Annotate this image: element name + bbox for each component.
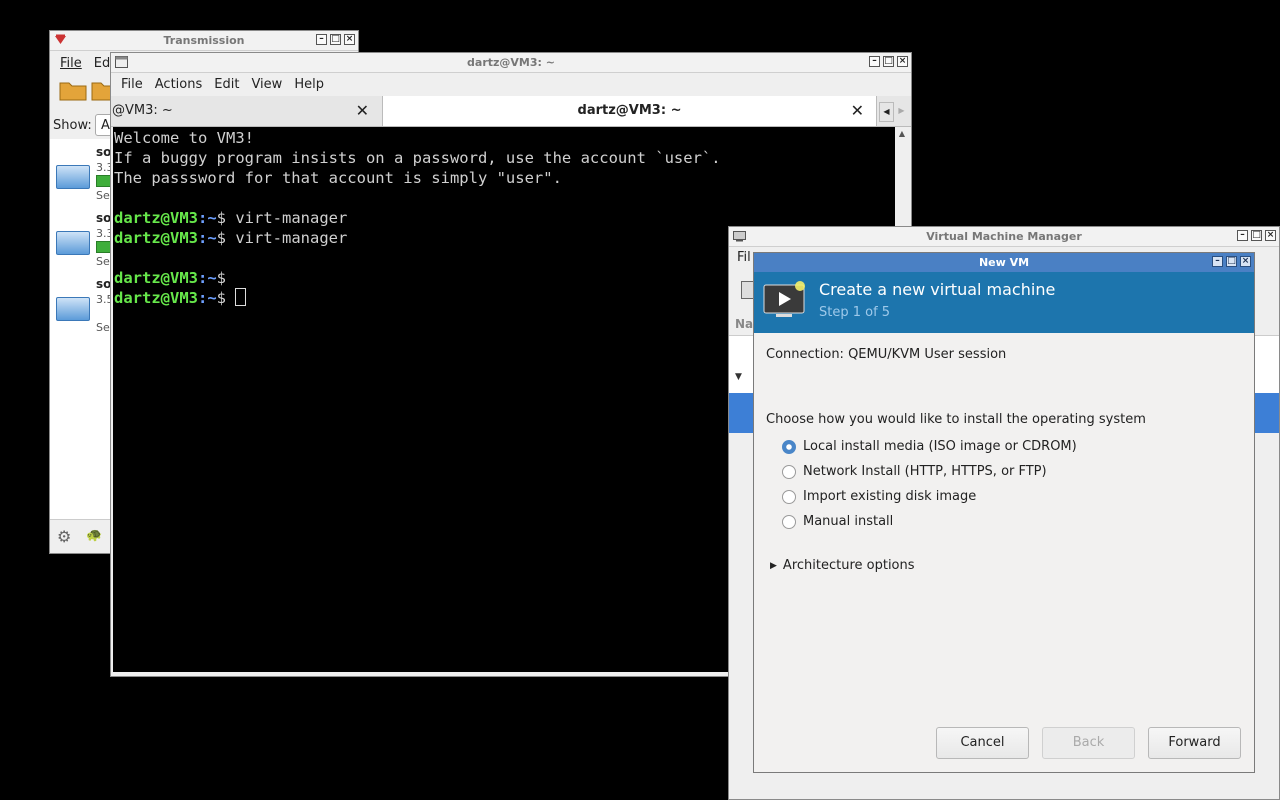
prompt-user: dartz@VM3 — [114, 289, 198, 307]
new-vm-icon — [763, 281, 805, 317]
radio-label: Local install media (ISO image or CDROM) — [803, 439, 1077, 454]
welcome-line-1: Welcome to VM3! — [114, 129, 254, 147]
menu-view[interactable]: View — [245, 77, 288, 92]
maximize-button[interactable]: □ — [330, 34, 341, 45]
expander-label: Architecture options — [782, 558, 915, 573]
back-button[interactable]: Back — [1042, 727, 1135, 759]
command-text: virt-manager — [235, 229, 348, 247]
folder-icon — [56, 297, 90, 321]
wizard-header: Create a new virtual machine Step 1 of 5 — [754, 272, 1254, 333]
text-cursor — [235, 288, 247, 306]
maximize-button[interactable]: □ — [1251, 230, 1262, 241]
close-button[interactable]: × — [1240, 256, 1251, 267]
radio-label: Import existing disk image — [803, 489, 977, 504]
torrent-list: sol 3.3 See sol 3.3 See sol 3.5 See — [50, 139, 118, 519]
gear-icon[interactable]: ⚙ — [57, 527, 71, 546]
terminal-app-icon — [115, 56, 128, 68]
prompt-path: :~ — [198, 229, 217, 247]
install-prompt: Choose how you would like to install the… — [766, 412, 1146, 427]
list-item[interactable]: sol 3.3 See — [54, 145, 118, 205]
radio-button[interactable] — [782, 439, 796, 454]
wizard-heading: Create a new virtual machine — [819, 280, 1056, 299]
radio-button[interactable] — [782, 514, 796, 529]
vmm-app-icon — [733, 231, 746, 242]
prompt-path: :~ — [198, 289, 217, 307]
radio-network-install[interactable]: Network Install (HTTP, HTTPS, or FTP) — [782, 464, 1047, 479]
expander-arrow-icon: ▶ — [770, 560, 777, 571]
close-button[interactable]: × — [897, 56, 908, 67]
list-item[interactable]: sol 3.5 See — [54, 277, 117, 337]
welcome-line-2: If a buggy program insists on a password… — [114, 149, 721, 167]
radio-label: Manual install — [803, 514, 894, 529]
prompt-symbol: $ — [216, 269, 236, 287]
vmm-menu-file[interactable]: Fil — [737, 250, 751, 265]
prompt-path: :~ — [198, 209, 217, 227]
new-vm-dialog: New VM – □ × Create a new virtual machin… — [753, 252, 1255, 773]
new-vm-title: New VM — [978, 256, 1030, 269]
scroll-up-icon[interactable]: ▲ — [895, 129, 909, 138]
minimize-button[interactable]: – — [1237, 230, 1248, 241]
radio-local-install[interactable]: Local install media (ISO image or CDROM) — [782, 439, 1077, 454]
radio-import-disk[interactable]: Import existing disk image — [782, 489, 976, 504]
transmission-titlebar[interactable]: Transmission – □ × — [50, 31, 358, 51]
close-button[interactable]: × — [344, 34, 355, 45]
radio-button[interactable] — [782, 489, 796, 504]
minimize-button[interactable]: – — [869, 56, 880, 67]
tab-scroll-left-icon[interactable]: ◀ — [879, 102, 894, 122]
expand-arrow-icon[interactable]: ▼ — [735, 372, 742, 382]
maximize-button[interactable]: □ — [1226, 256, 1237, 267]
tab-scroll-right-icon[interactable]: ▶ — [895, 102, 908, 120]
welcome-line-3: The passsword for that account is simply… — [114, 169, 562, 187]
new-vm-titlebar[interactable]: New VM – □ × — [754, 253, 1254, 273]
prompt-symbol: $ — [216, 289, 236, 307]
menu-actions[interactable]: Actions — [149, 77, 209, 92]
menu-file[interactable]: File — [54, 56, 88, 71]
minimize-button[interactable]: – — [1212, 256, 1223, 267]
vmm-title: Virtual Machine Manager — [926, 230, 1082, 243]
prompt-user: dartz@VM3 — [114, 229, 198, 247]
terminal-title: dartz@VM3: ~ — [467, 56, 555, 69]
close-tab-icon[interactable]: ✕ — [851, 96, 864, 126]
architecture-expander[interactable]: ▶ Architecture options — [770, 558, 915, 573]
forward-button[interactable]: Forward — [1148, 727, 1241, 759]
vmm-column-name: Na — [735, 317, 754, 331]
tab-label: dartz@VM3: ~ — [577, 103, 682, 118]
menu-file[interactable]: File — [115, 77, 149, 92]
prompt-user: dartz@VM3 — [114, 269, 198, 287]
terminal-titlebar[interactable]: dartz@VM3: ~ – □ × — [111, 53, 911, 73]
menu-help[interactable]: Help — [288, 77, 330, 92]
tab-1[interactable]: @VM3: ~ ✕ — [111, 96, 381, 126]
prompt-symbol: $ — [216, 229, 236, 247]
wizard-step: Step 1 of 5 — [819, 305, 891, 320]
terminal-tabbar: @VM3: ~ ✕ dartz@VM3: ~ ✕ ◀ ▶ — [111, 96, 911, 127]
cancel-button[interactable]: Cancel — [936, 727, 1029, 759]
vmm-titlebar[interactable]: Virtual Machine Manager – □ × — [729, 227, 1279, 247]
prompt-symbol: $ — [216, 209, 236, 227]
transmission-app-icon — [55, 34, 66, 44]
command-text: virt-manager — [235, 209, 348, 227]
tab-2[interactable]: dartz@VM3: ~ ✕ — [382, 96, 877, 126]
menu-edit[interactable]: Edit — [208, 77, 245, 92]
open-folder-icon[interactable] — [58, 79, 88, 101]
connection-label: Connection: QEMU/KVM User session — [766, 347, 1007, 362]
radio-button[interactable] — [782, 464, 796, 479]
close-tab-icon[interactable]: ✕ — [356, 96, 369, 126]
show-label: Show: — [53, 118, 92, 133]
maximize-button[interactable]: □ — [883, 56, 894, 67]
close-button[interactable]: × — [1265, 230, 1276, 241]
radio-manual-install[interactable]: Manual install — [782, 514, 893, 529]
minimize-button[interactable]: – — [316, 34, 327, 45]
prompt-user: dartz@VM3 — [114, 209, 198, 227]
folder-icon — [56, 231, 90, 255]
radio-label: Network Install (HTTP, HTTPS, or FTP) — [803, 464, 1047, 479]
folder-icon — [56, 165, 90, 189]
tab-label: @VM3: ~ — [112, 103, 173, 118]
list-item[interactable]: sol 3.3 See — [54, 211, 118, 271]
turtle-icon[interactable]: 🐢 — [86, 528, 102, 543]
prompt-path: :~ — [198, 269, 217, 287]
transmission-title: Transmission — [163, 34, 245, 47]
